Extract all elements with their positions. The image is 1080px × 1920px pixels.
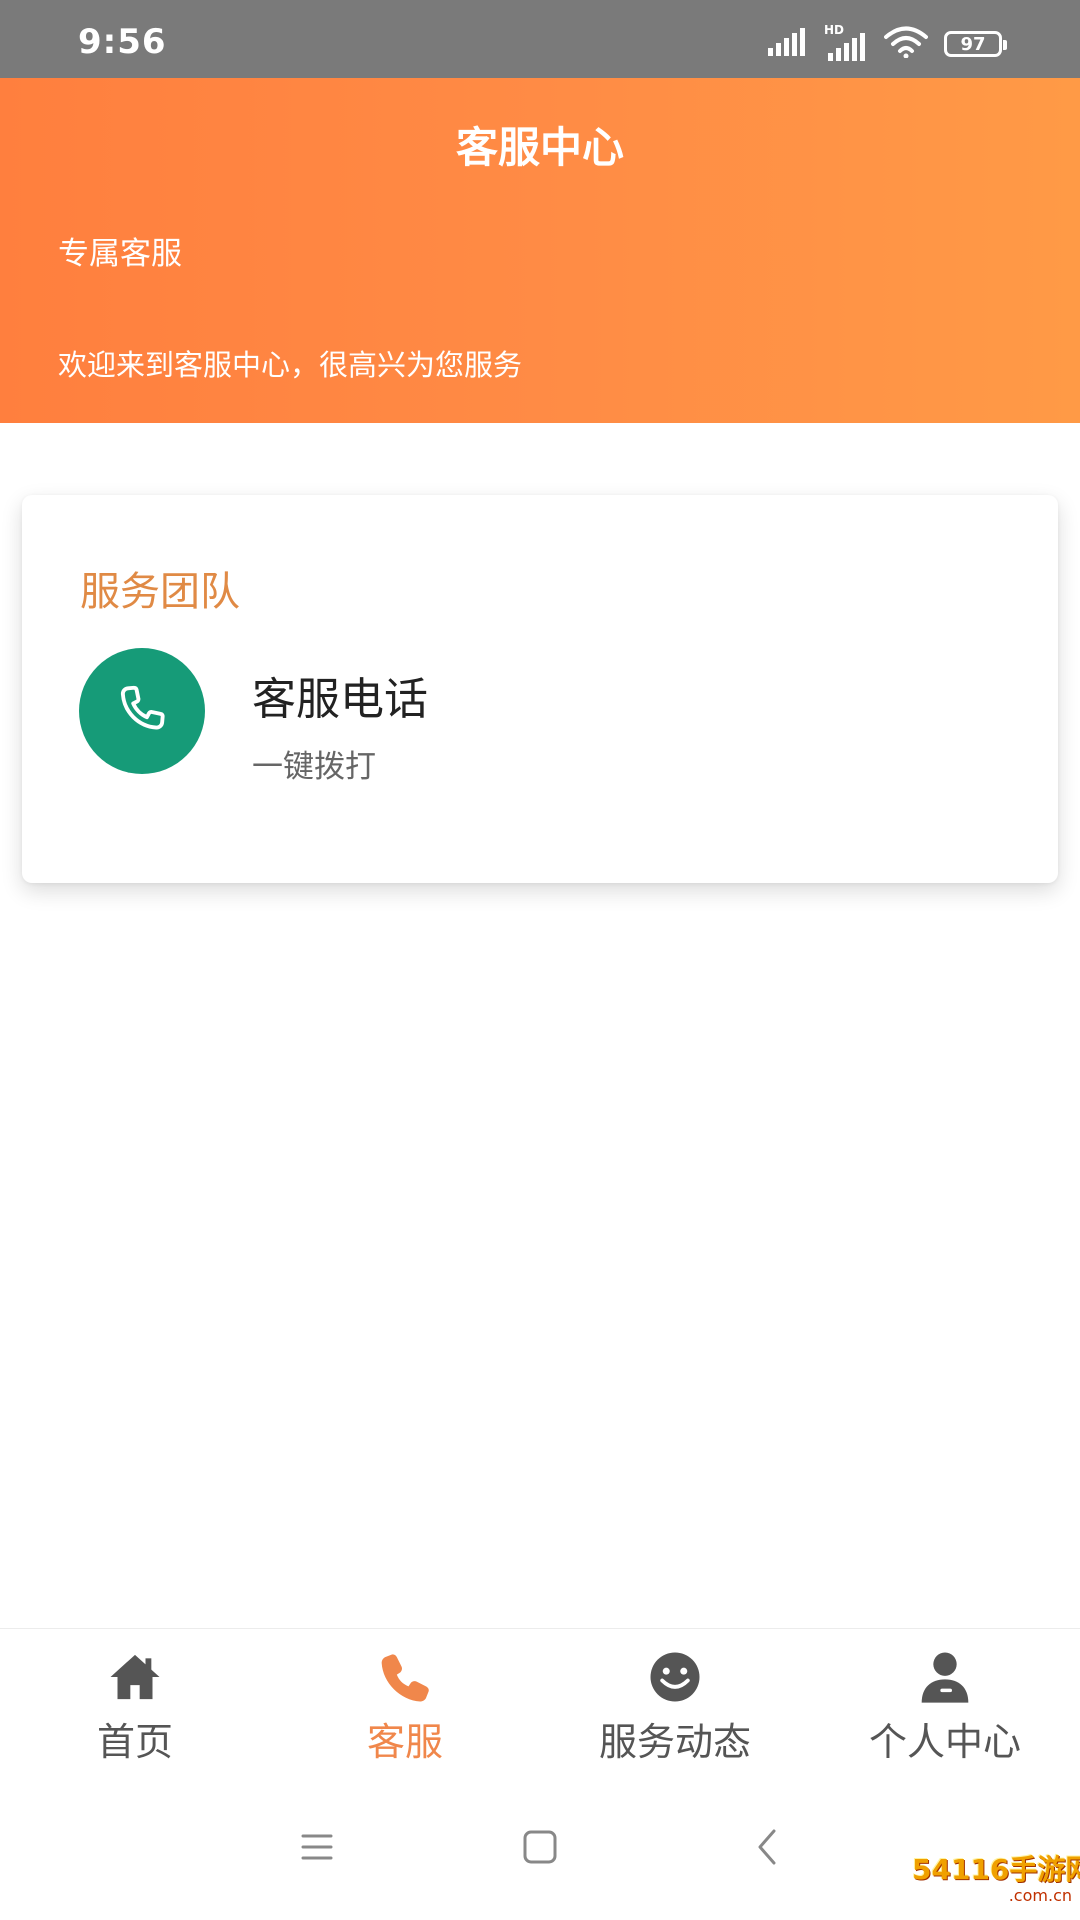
battery-level: 97 [960, 33, 986, 55]
contact-description: 一键拨打 [252, 749, 376, 785]
tab-service-updates[interactable]: 服务动态 [540, 1629, 810, 1771]
phone-icon [377, 1649, 433, 1705]
user-icon [917, 1649, 973, 1705]
signal-icon [768, 28, 808, 60]
tab-home[interactable]: 首页 [0, 1629, 270, 1771]
service-team-card: 服务团队 客服电话 一键拨打 [22, 495, 1058, 883]
tab-label-personal-center: 个人中心 [868, 1720, 1021, 1764]
battery-icon: 97 [944, 31, 1007, 57]
wifi-icon [884, 26, 928, 62]
smiley-icon [647, 1649, 703, 1705]
menu-icon [301, 1834, 333, 1860]
watermark-domain: .com.cn [1008, 1886, 1072, 1905]
status-bar: 9:56 HD 97 [0, 0, 1080, 78]
call-button[interactable] [79, 648, 205, 774]
status-time: 9:56 [78, 22, 167, 62]
back-button[interactable] [738, 1817, 798, 1877]
page-title: 客服中心 [455, 123, 624, 172]
menu-button[interactable] [287, 1817, 347, 1877]
tab-label-home: 首页 [96, 1720, 173, 1764]
back-icon [758, 1829, 776, 1865]
header-subtitle: 专属客服 [58, 236, 182, 272]
home-square-icon [523, 1830, 557, 1864]
phone-icon [120, 685, 165, 730]
watermark-logo: 54116手游网 .com.cn [912, 1848, 1080, 1914]
home-icon [107, 1649, 163, 1705]
home-nav-button[interactable] [510, 1817, 570, 1877]
welcome-text: 欢迎来到客服中心，很高兴为您服务 [58, 348, 523, 382]
bottom-tab-bar: 首页 客服 服务动态 个人中心 [0, 1628, 1080, 1772]
header: 客服中心 专属客服 欢迎来到客服中心，很高兴为您服务 [0, 78, 1080, 423]
status-icons: HD 97 [768, 23, 1007, 62]
card-title: 服务团队 [80, 569, 240, 615]
contact-title[interactable]: 客服电话 [252, 663, 428, 727]
tab-personal-center[interactable]: 个人中心 [810, 1629, 1080, 1771]
tab-customer-service[interactable]: 客服 [270, 1629, 540, 1771]
watermark-text: 54116手游网 [912, 1853, 1080, 1886]
hd-signal-icon: HD [824, 23, 868, 61]
tab-label-service-updates: 服务动态 [598, 1720, 751, 1764]
screen: 9:56 HD 97 客服中心 专属客服 欢迎来到客服中心，很高兴为您服务 服务… [0, 0, 1080, 1920]
tab-label-customer-service: 客服 [366, 1720, 443, 1764]
